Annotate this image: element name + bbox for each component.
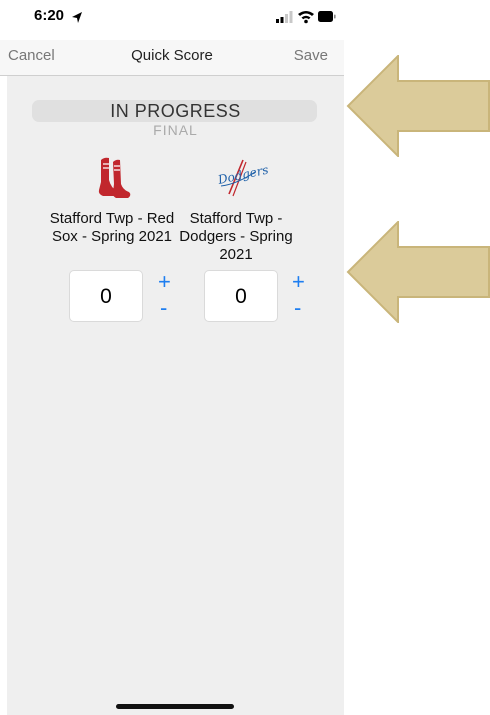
svg-text:Dodgers: Dodgers [216, 163, 270, 188]
increment-button[interactable]: + [158, 271, 171, 293]
decrement-button[interactable]: - [160, 297, 167, 319]
increment-button[interactable]: + [292, 271, 305, 293]
status-bar: 6:20 [0, 0, 344, 40]
team-name: Stafford Twp - Dodgers - Spring 2021 [179, 210, 293, 263]
status-time: 6:20 [34, 7, 65, 24]
quick-score-content: IN PROGRESS FINAL Stafford Twp - Red Sox… [7, 76, 344, 715]
phone-screen: 6:20 Cancel Quick Score Save IN PROGRESS… [0, 0, 344, 715]
team-card: Dodgers Stafford Twp - Dodgers - Spring … [171, 154, 301, 264]
navigation-bar: Cancel Quick Score Save [0, 40, 344, 76]
red-sox-logo-icon [98, 157, 131, 198]
arrow-left-icon [346, 221, 490, 323]
wifi-icon [298, 11, 314, 24]
dodgers-logo-icon: Dodgers [216, 159, 270, 197]
page-title: Quick Score [131, 47, 213, 64]
score-field[interactable]: 0 [69, 270, 143, 322]
team-card: Stafford Twp - Red Sox - Spring 2021 [47, 154, 177, 246]
score-field[interactable]: 0 [204, 270, 278, 322]
arrow-left-icon [346, 55, 490, 157]
status-picker-selected[interactable]: IN PROGRESS [7, 101, 344, 122]
team-name: Stafford Twp - Red Sox - Spring 2021 [49, 210, 175, 245]
save-button[interactable]: Save [294, 47, 328, 64]
status-icons [276, 11, 336, 24]
status-picker-option-final[interactable]: FINAL [7, 122, 344, 138]
location-arrow-icon [72, 10, 82, 28]
battery-icon [318, 11, 336, 22]
cellular-signal-icon [276, 11, 293, 23]
decrement-button[interactable]: - [294, 297, 301, 319]
home-indicator [116, 704, 234, 709]
